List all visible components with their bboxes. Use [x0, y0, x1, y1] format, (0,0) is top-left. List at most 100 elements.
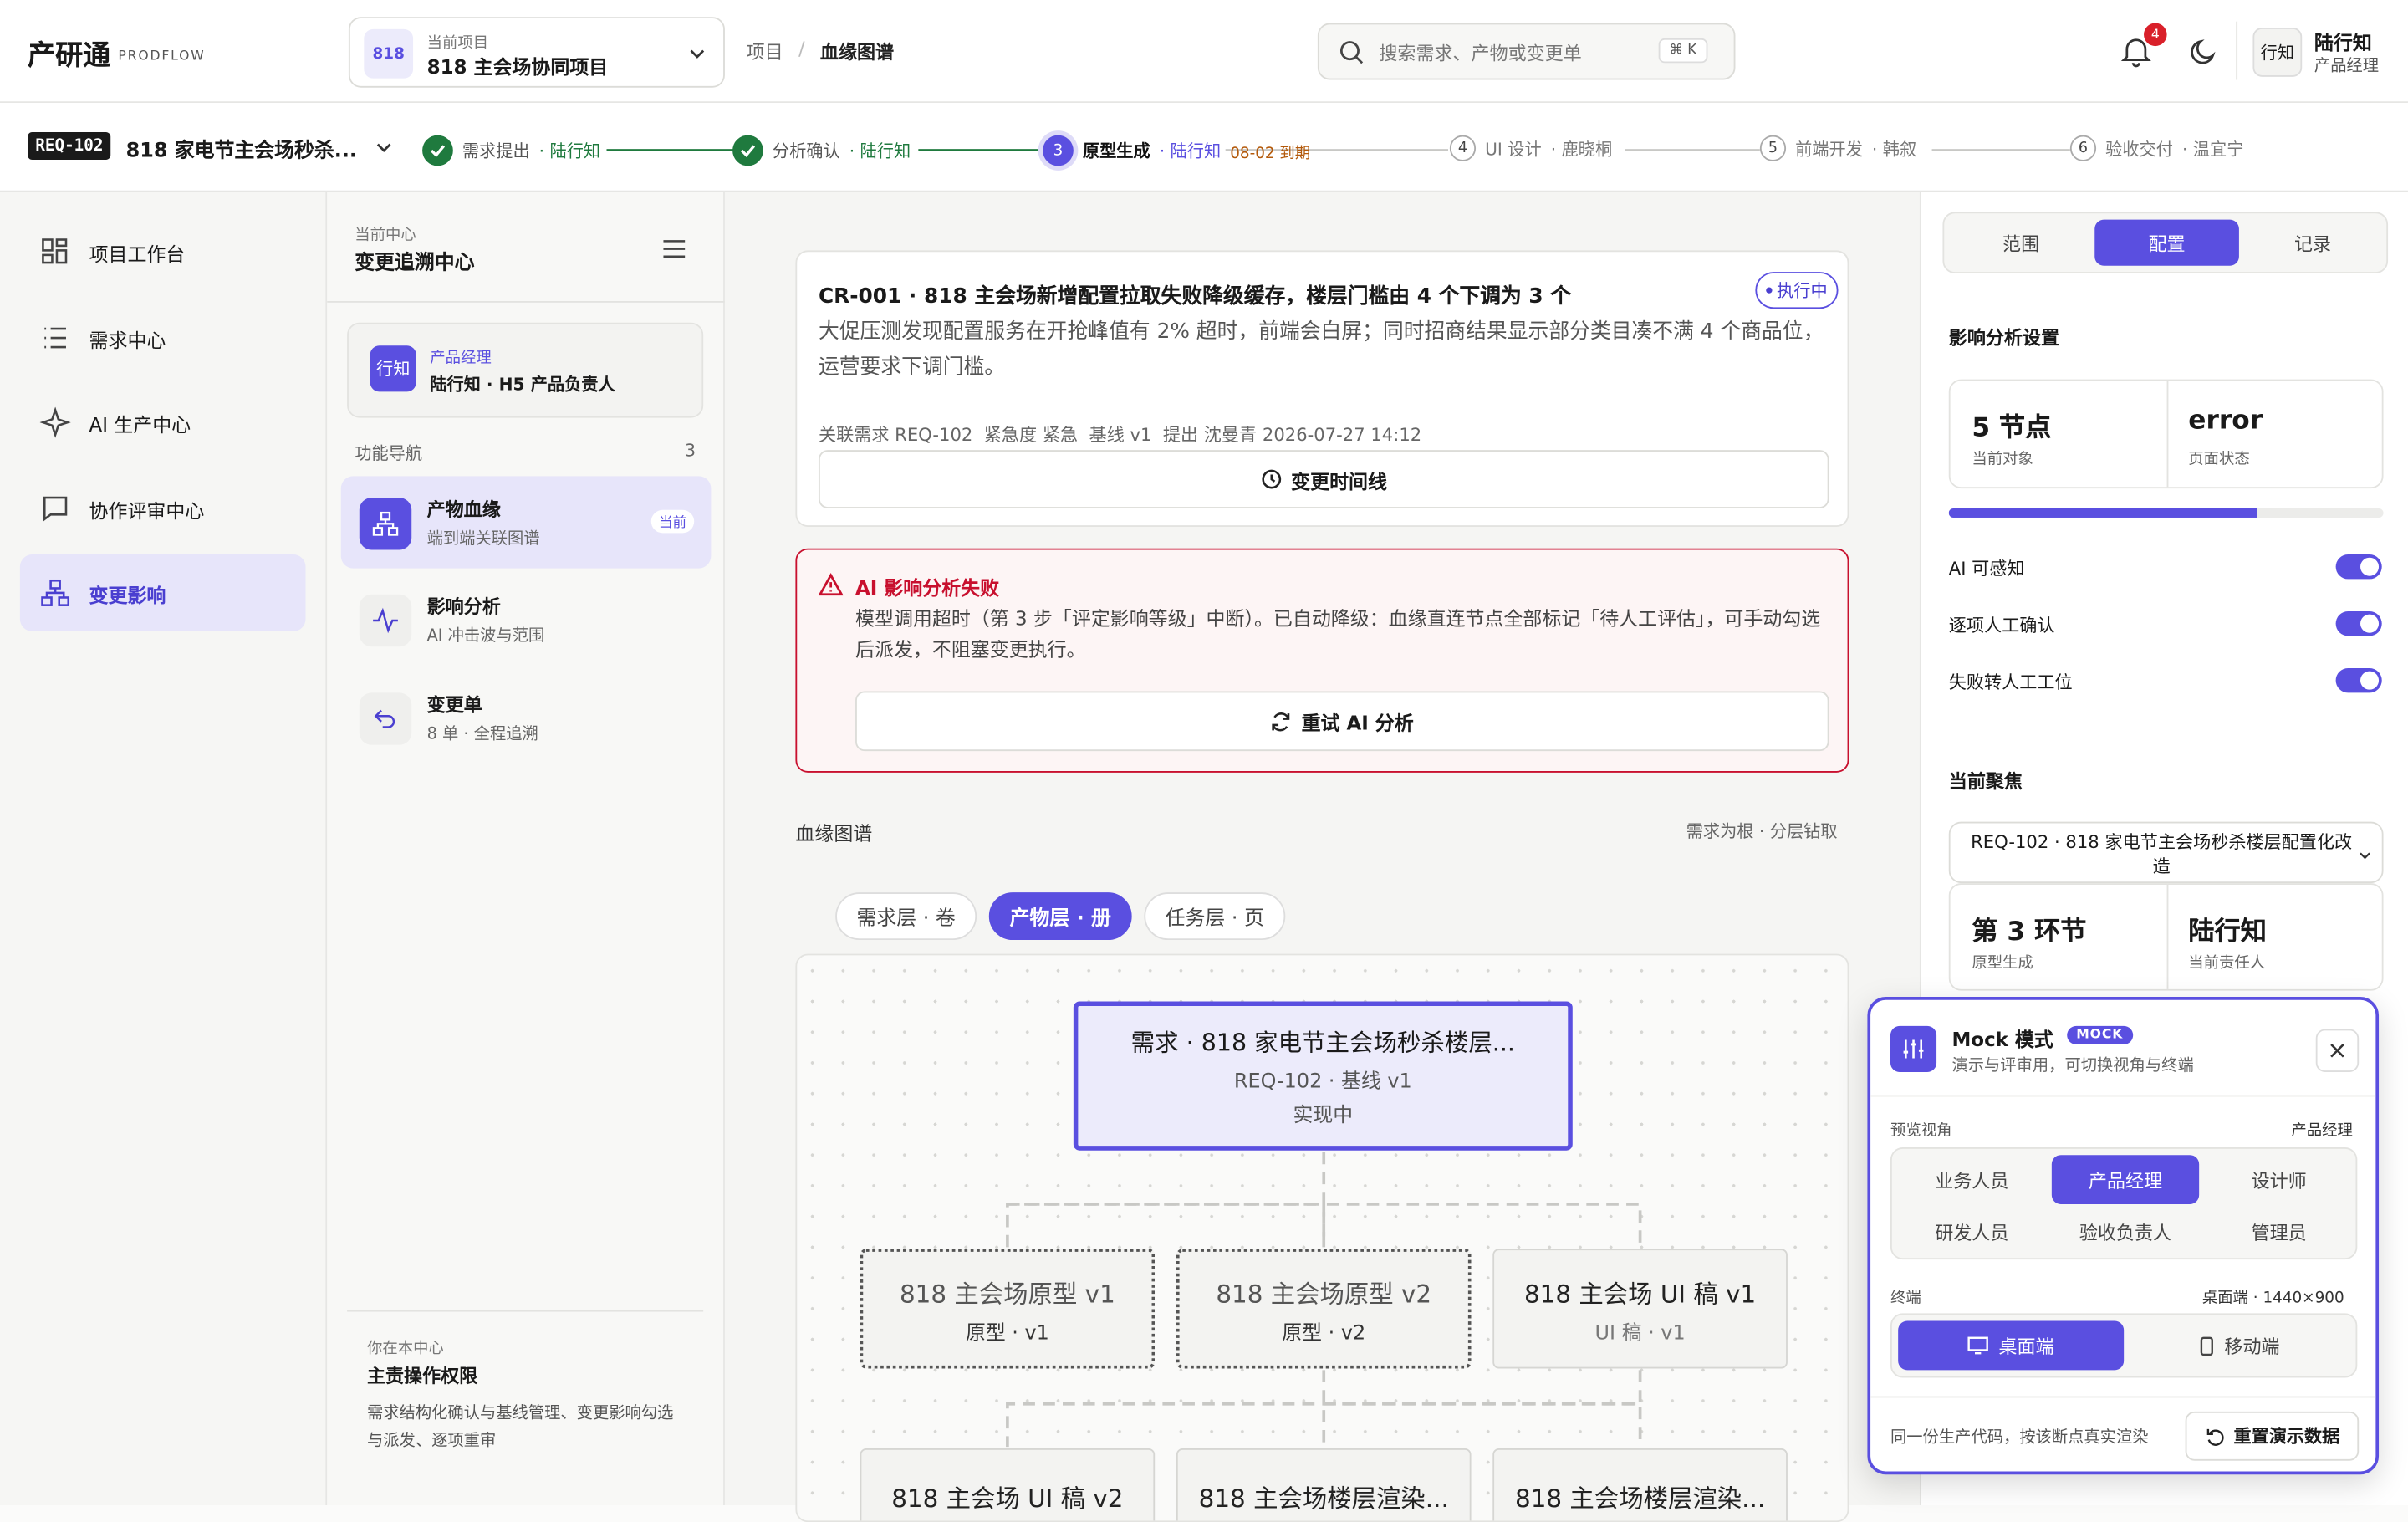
role-option[interactable]: 产品经理 — [2051, 1155, 2200, 1204]
lineage-node[interactable]: 818 主会场楼层渲染... — [1176, 1448, 1472, 1521]
top-bar: 产研通 PRODFLOW 818 当前项目 818 主会场协同项目 项目 / 血… — [0, 0, 2408, 104]
focus-select[interactable]: REQ-102 · 818 家电节主会场秒杀楼层配置化改造 — [1948, 821, 2384, 884]
notification-button[interactable]: 4 — [2120, 23, 2167, 70]
search-input[interactable]: 搜索需求、产物或变更单 — [1379, 40, 1581, 66]
warning-icon — [818, 573, 844, 596]
app-name: 产研通 — [28, 39, 111, 73]
terminal-desktop[interactable]: 桌面端 — [1898, 1320, 2125, 1371]
subnav-item-change-orders[interactable]: 变更单 8 单 · 全程追溯 — [341, 676, 712, 768]
step-2[interactable]: 分析确认 · 陆行知 — [732, 135, 911, 166]
user-role: 产品经理 — [2314, 56, 2380, 75]
subnav-item-lineage[interactable]: 产物血缘 端到端关联图谱 当前 — [340, 476, 712, 569]
role-option[interactable]: 管理员 — [2206, 1208, 2353, 1257]
step-5[interactable]: 5 前端开发 · 韩叙 — [1759, 135, 1917, 161]
project-switcher[interactable]: 818 当前项目 818 主会场协同项目 — [348, 17, 725, 88]
toggle-label: 失败转人工工位 — [1948, 671, 2073, 693]
lineage-root-node[interactable]: 需求 · 818 家电节主会场秒杀楼层... REQ-102 · 基线 v1 实… — [1073, 1001, 1573, 1151]
step-number: 6 — [2069, 135, 2097, 161]
sidebar-item-label: 需求中心 — [89, 328, 166, 351]
step-3[interactable]: 3 原型生成 · 陆行知 08-02 到期 — [1043, 135, 1310, 166]
role-option[interactable]: 研发人员 — [1898, 1208, 2045, 1257]
requirement-selector[interactable]: REQ-102 818 家电节主会场秒杀... — [28, 131, 404, 166]
stat-value: 5 节点 — [1972, 413, 2052, 444]
requirement-tag: REQ-102 — [28, 131, 111, 161]
step-4[interactable]: 4 UI 设计 · 鹿晓桐 — [1449, 135, 1613, 161]
terminal-mobile[interactable]: 移动端 — [2127, 1321, 2353, 1371]
user-menu[interactable]: 行知 陆行知 产品经理 — [2252, 26, 2398, 78]
reset-data-button[interactable]: 重置演示数据 — [2185, 1411, 2360, 1461]
stat-label: 原型生成 — [1972, 955, 2033, 973]
stat-value: 陆行知 — [2188, 917, 2267, 948]
mock-desc: 演示与评审用，可切换视角与终端 — [1951, 1056, 2194, 1075]
node-title: 需求 · 818 家电节主会场秒杀楼层... — [1130, 1029, 1515, 1057]
step-due: 08-02 到期 — [1230, 145, 1311, 162]
mock-footer: 同一份生产代码，按该断点真实渲染 — [1890, 1428, 2149, 1448]
breadcrumb-current: 血缘图谱 — [819, 41, 895, 64]
section-count: 3 — [685, 441, 696, 462]
role-grid: 业务人员 产品经理 设计师 研发人员 验收负责人 管理员 — [1890, 1147, 2358, 1260]
chat-icon — [43, 496, 68, 522]
lineage-node[interactable]: 818 主会场原型 v2 原型 · v2 — [1176, 1249, 1472, 1369]
retry-ai-button[interactable]: 重试 AI 分析 — [855, 691, 1829, 752]
user-name: 陆行知 — [2314, 30, 2372, 54]
sidebar-item-ai[interactable]: AI 生产中心 — [20, 384, 306, 461]
project-name: 818 主会场协同项目 — [426, 55, 609, 79]
profile-card: 行知 产品经理 陆行知 · H5 产品负责人 — [347, 322, 704, 418]
tab-records[interactable]: 记录 — [2242, 220, 2384, 266]
grid-icon — [42, 238, 68, 264]
ai-aware-toggle[interactable] — [2335, 554, 2382, 580]
sidebar-item-workbench[interactable]: 项目工作台 — [20, 213, 306, 290]
list-icon — [44, 327, 66, 349]
check-icon — [732, 135, 763, 166]
fallback-toggle[interactable] — [2335, 667, 2382, 693]
avatar: 行知 — [2252, 28, 2303, 77]
close-button[interactable] — [2315, 1029, 2360, 1073]
change-request-card: CR-001 · 818 主会场新增配置拉取失败降级缓存，楼层门槛由 4 个下调… — [795, 250, 1849, 527]
subnav-item-impact[interactable]: 影响分析 AI 冲击波与范围 — [341, 576, 712, 668]
role-option[interactable]: 业务人员 — [1898, 1155, 2045, 1204]
sidebar-item-change-impact[interactable]: 变更影响 — [19, 554, 306, 631]
sidebar-item-review[interactable]: 协作评审中心 — [20, 470, 306, 547]
sparkle-icon — [39, 406, 71, 438]
role-option[interactable]: 验收负责人 — [2052, 1208, 2199, 1257]
mock-badge: MOCK — [2067, 1025, 2133, 1044]
tab-task-layer[interactable]: 任务层 · 页 — [1144, 892, 1286, 941]
timeline-button-label: 变更时间线 — [1291, 469, 1387, 493]
tab-requirement-layer[interactable]: 需求层 · 卷 — [835, 892, 977, 941]
step-1[interactable]: 需求提出 · 陆行知 — [422, 135, 601, 166]
timeline-button[interactable]: 变更时间线 — [818, 450, 1829, 508]
menu-icon[interactable] — [662, 238, 686, 260]
moon-icon[interactable] — [2188, 35, 2221, 68]
role-option[interactable]: 设计师 — [2206, 1155, 2353, 1204]
manual-confirm-toggle[interactable] — [2335, 611, 2382, 636]
undo-icon — [359, 692, 412, 745]
center-caption: 当前中心 — [355, 227, 416, 245]
lineage-canvas[interactable]: 需求 · 818 家电节主会场秒杀楼层... REQ-102 · 基线 v1 实… — [795, 953, 1849, 1522]
lineage-node[interactable]: 818 主会场楼层渲染... — [1492, 1448, 1788, 1521]
search-box[interactable]: 搜索需求、产物或变更单 ⌘ K — [1317, 23, 1736, 80]
cr-meta: 关联需求 REQ-102 紧急度 紧急 基线 v1 提出 沈曼青 2026-07… — [818, 423, 1422, 446]
tab-artifact-layer[interactable]: 产物层 · 册 — [988, 892, 1132, 941]
subnav-item-title: 变更单 — [426, 694, 482, 716]
inspector-tabs: 范围 配置 记录 — [1942, 212, 2389, 273]
lineage-node[interactable]: 818 主会场 UI 稿 v1 UI 稿 · v1 — [1492, 1249, 1788, 1369]
sidebar-item-requirements[interactable]: 需求中心 — [20, 299, 306, 376]
main-content: CR-001 · 818 主会场新增配置拉取失败降级缓存，楼层门槛由 4 个下调… — [724, 192, 1920, 1522]
step-6[interactable]: 6 验收交付 · 温宜宁 — [2069, 135, 2244, 161]
tab-config[interactable]: 配置 — [2094, 219, 2239, 266]
node-sub: 原型 · v2 — [1282, 1321, 1366, 1346]
node-sub: REQ-102 · 基线 v1 — [1233, 1070, 1412, 1094]
sidebar: 项目工作台 需求中心 AI 生产中心 协作评审中心 变更影响 — [0, 192, 328, 1505]
lineage-node[interactable]: 818 主会场原型 v1 原型 · v1 — [860, 1249, 1156, 1369]
notification-count: 4 — [2144, 23, 2167, 47]
step-label: 验收交付 — [2105, 135, 2173, 161]
node-title: 818 主会场原型 v1 — [899, 1279, 1115, 1308]
center-title: 变更追溯中心 — [355, 252, 475, 275]
progress-fill — [1948, 508, 2258, 518]
node-title: 818 主会场楼层渲染... — [1514, 1484, 1766, 1514]
step-owner: · 陆行知 — [849, 138, 911, 163]
step-label: UI 设计 — [1485, 135, 1542, 161]
breadcrumb-item[interactable]: 项目 — [747, 38, 783, 64]
tab-scope[interactable]: 范围 — [1951, 220, 2092, 266]
lineage-node[interactable]: 818 主会场 UI 稿 v2 — [860, 1448, 1156, 1521]
